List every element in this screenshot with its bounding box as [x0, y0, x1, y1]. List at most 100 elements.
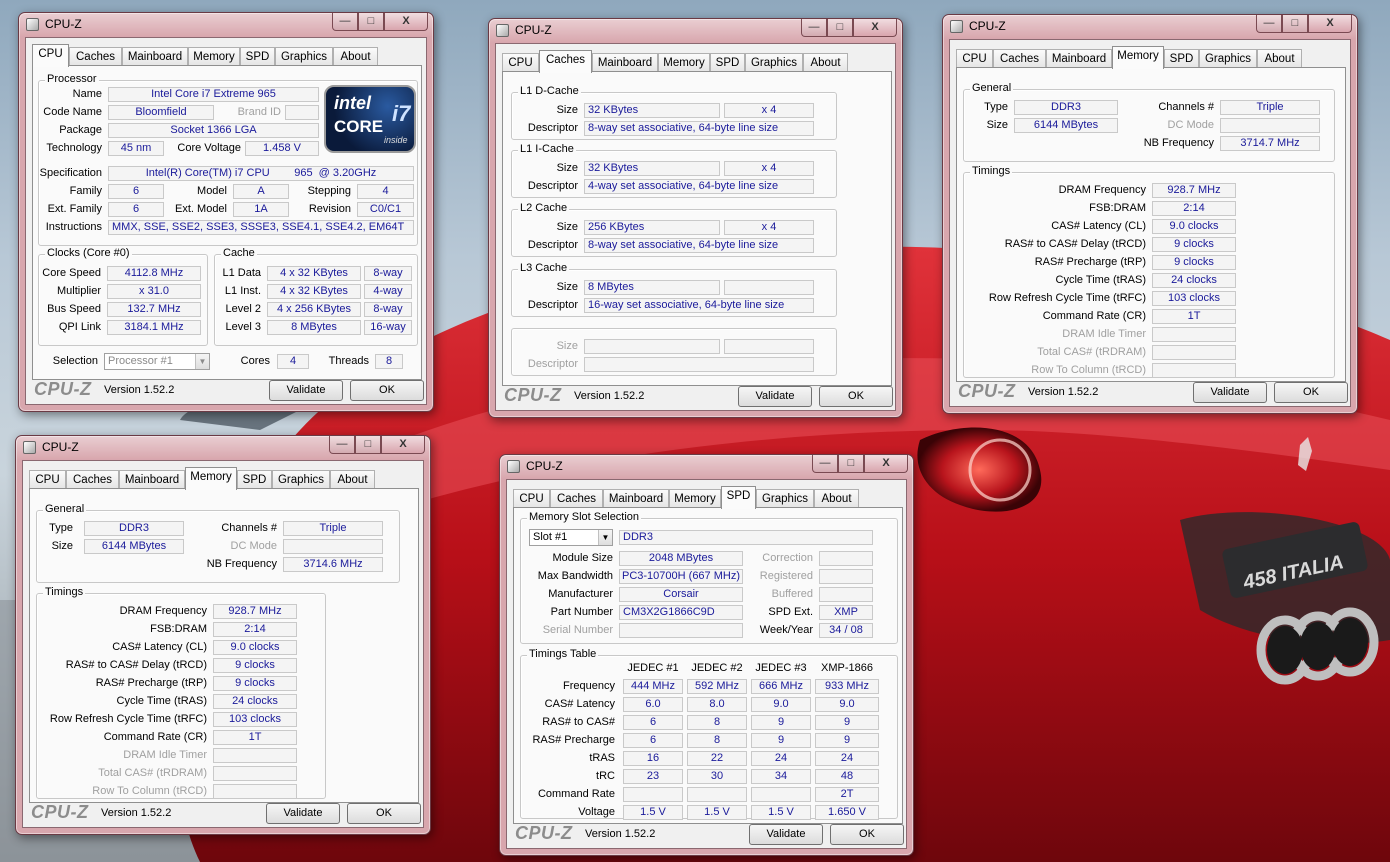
tab-mainboard[interactable]: Mainboard	[603, 489, 669, 508]
ok-button[interactable]: OK	[350, 380, 424, 401]
label: Module Size	[552, 552, 613, 564]
maximize-button[interactable]: □	[827, 19, 853, 37]
tab-about[interactable]: About	[330, 470, 375, 489]
minimize-button[interactable]: —	[332, 13, 358, 31]
column-header: XMP-1866	[821, 662, 873, 674]
processor-select[interactable]: Processor #1 ▼	[104, 353, 210, 370]
table-cell: 8.0	[687, 697, 747, 712]
validate-button[interactable]: Validate	[749, 824, 823, 845]
tab-graphics[interactable]: Graphics	[272, 470, 330, 489]
tab-spd[interactable]: SPD	[1164, 49, 1199, 68]
tab-graphics[interactable]: Graphics	[756, 489, 814, 508]
processor-group: Processor Name Intel Core i7 Extreme 965…	[38, 73, 418, 246]
tab-mainboard[interactable]: Mainboard	[592, 53, 658, 72]
tab-memory[interactable]: Memory	[658, 53, 710, 72]
group-label: Memory Slot Selection	[527, 511, 642, 523]
maximize-button[interactable]: □	[358, 13, 384, 31]
validate-button[interactable]: Validate	[266, 803, 340, 824]
minimize-button[interactable]: —	[1256, 15, 1282, 33]
empty-value	[1152, 363, 1236, 378]
maximize-button[interactable]: □	[1282, 15, 1308, 33]
tab-memory[interactable]: Memory	[188, 47, 240, 66]
tab-mainboard[interactable]: Mainboard	[122, 47, 188, 66]
window-title: CPU-Z	[42, 440, 79, 454]
technology-value: 45 nm	[108, 141, 164, 156]
maximize-button[interactable]: □	[355, 436, 381, 454]
minimize-button[interactable]: —	[812, 455, 838, 473]
table-cell: 9	[815, 715, 879, 730]
validate-button[interactable]: Validate	[1193, 382, 1267, 403]
module-size-value: 2048 MBytes	[619, 551, 743, 566]
memory-panel: General Type DDR3 Size 6144 MBytes Chann…	[29, 488, 419, 803]
dc-mode-value	[283, 539, 383, 554]
title-bar[interactable]: CPU-Z — □ X	[489, 19, 902, 43]
tab-caches[interactable]: Caches	[69, 47, 122, 66]
version-label: Version 1.52.2	[1028, 386, 1099, 398]
tab-cpu[interactable]: CPU	[956, 49, 993, 68]
tab-caches[interactable]: Caches	[539, 50, 592, 73]
tab-graphics[interactable]: Graphics	[1199, 49, 1257, 68]
chevron-down-icon: ▼	[195, 354, 209, 369]
tab-cpu[interactable]: CPU	[502, 53, 539, 72]
tab-about[interactable]: About	[803, 53, 848, 72]
maximize-button[interactable]: □	[838, 455, 864, 473]
ok-button[interactable]: OK	[347, 803, 421, 824]
tab-caches[interactable]: Caches	[993, 49, 1046, 68]
slot-select[interactable]: Slot #1 ▼	[529, 529, 613, 546]
tab-cpu[interactable]: CPU	[513, 489, 550, 508]
table-cell: 23	[623, 769, 683, 784]
tab-spd[interactable]: SPD	[237, 470, 272, 489]
cache-count-value: x 4	[724, 103, 814, 118]
cache-count-value: x 4	[724, 161, 814, 176]
minimize-button[interactable]: —	[801, 19, 827, 37]
row-label: tRAS	[589, 752, 615, 764]
tab-mainboard[interactable]: Mainboard	[119, 470, 185, 489]
group-label: L3 Cache	[518, 262, 570, 274]
cache-assoc-value: 16-way	[364, 320, 412, 335]
minimize-button[interactable]: —	[329, 436, 355, 454]
tab-cpu[interactable]: CPU	[32, 44, 69, 67]
validate-button[interactable]: Validate	[269, 380, 343, 401]
label: Type	[984, 101, 1008, 113]
label: Row To Column (tRCD)	[1031, 364, 1146, 376]
timings-table-group: Timings Table JEDEC #1 JEDEC #2 JEDEC #3…	[520, 648, 898, 820]
close-button[interactable]: X	[381, 436, 425, 454]
tab-about[interactable]: About	[1257, 49, 1302, 68]
tab-cpu[interactable]: CPU	[29, 470, 66, 489]
version-label: Version 1.52.2	[585, 828, 656, 840]
title-bar[interactable]: CPU-Z — □ X	[943, 15, 1357, 39]
group-label: L1 I-Cache	[518, 143, 576, 155]
title-bar[interactable]: CPU-Z — □ X	[500, 455, 913, 479]
tab-graphics[interactable]: Graphics	[745, 53, 803, 72]
close-button[interactable]: X	[853, 19, 897, 37]
title-bar[interactable]: CPU-Z — □ X	[16, 436, 430, 460]
tab-mainboard[interactable]: Mainboard	[1046, 49, 1112, 68]
cache-descriptor-value: 16-way set associative, 64-byte line siz…	[584, 298, 814, 313]
validate-button[interactable]: Validate	[738, 386, 812, 407]
tab-about[interactable]: About	[333, 47, 378, 66]
tab-caches[interactable]: Caches	[66, 470, 119, 489]
cache-assoc-value: 4-way	[364, 284, 412, 299]
ok-button[interactable]: OK	[830, 824, 904, 845]
tab-spd[interactable]: SPD	[240, 47, 275, 66]
table-cell: 6	[623, 733, 683, 748]
title-bar[interactable]: CPU-Z — □ X	[19, 13, 433, 37]
close-button[interactable]: X	[864, 455, 908, 473]
close-button[interactable]: X	[384, 13, 428, 31]
tab-memory[interactable]: Memory	[669, 489, 721, 508]
close-button[interactable]: X	[1308, 15, 1352, 33]
tab-caches[interactable]: Caches	[550, 489, 603, 508]
ok-button[interactable]: OK	[1274, 382, 1348, 403]
tab-graphics[interactable]: Graphics	[275, 47, 333, 66]
tab-memory[interactable]: Memory	[1112, 46, 1164, 69]
family-value: 6	[108, 184, 164, 199]
ok-button[interactable]: OK	[819, 386, 893, 407]
label: Stepping	[307, 185, 351, 197]
tab-spd[interactable]: SPD	[721, 486, 756, 509]
tab-memory[interactable]: Memory	[185, 467, 237, 490]
tab-spd[interactable]: SPD	[710, 53, 745, 72]
label: Level 2	[225, 303, 261, 315]
label: Part Number	[550, 606, 613, 618]
slot-select-value: Slot #1	[533, 531, 568, 543]
tab-about[interactable]: About	[814, 489, 859, 508]
